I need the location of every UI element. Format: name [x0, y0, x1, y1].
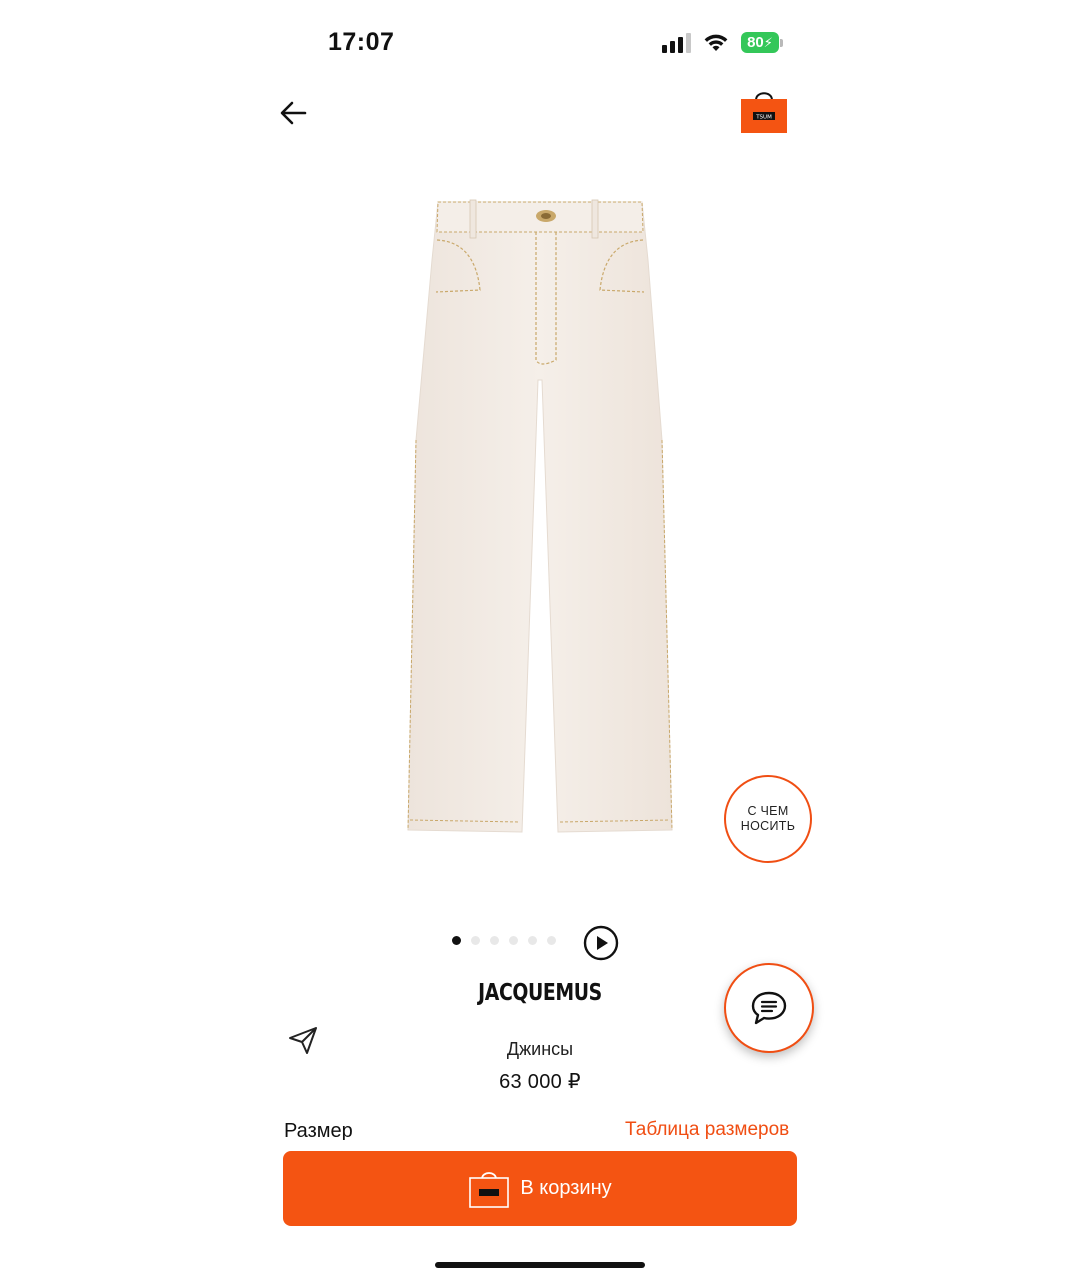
status-time: 17:07 — [328, 28, 395, 56]
gallery-dot[interactable] — [452, 936, 461, 945]
add-to-cart-label: В корзину — [520, 1177, 612, 1199]
charging-bolt-icon: ⚡ — [763, 34, 773, 50]
product-price: 63 000 ₽ — [499, 1071, 581, 1093]
gallery-dot[interactable] — [528, 936, 537, 945]
logo-text: TSUM — [755, 115, 772, 121]
jeans-product-image[interactable] — [380, 190, 700, 850]
status-icons: 80 ⚡ — [662, 32, 783, 53]
what-to-wear-line1: С ЧЕМ — [747, 804, 789, 818]
cellular-signal-icon — [662, 32, 691, 53]
battery-level: 80 — [747, 34, 764, 51]
product-brand[interactable]: JACQUEMUS — [97, 980, 983, 1006]
back-button[interactable] — [276, 96, 310, 130]
chat-button[interactable] — [724, 963, 814, 1053]
gallery-pagination — [452, 936, 556, 945]
gallery-dot[interactable] — [509, 936, 518, 945]
arrow-left-icon — [280, 101, 307, 125]
add-to-cart-button[interactable]: В корзину — [283, 1151, 797, 1226]
status-bar: 17:07 80 ⚡ — [0, 0, 1080, 90]
battery-indicator: 80 ⚡ — [741, 32, 783, 53]
paper-plane-icon[interactable] — [287, 1024, 319, 1056]
home-indicator[interactable] — [435, 1262, 645, 1268]
wifi-icon — [704, 34, 728, 51]
gallery-dot[interactable] — [490, 936, 499, 945]
size-chart-link[interactable]: Таблица размеров — [625, 1119, 789, 1139]
chat-bubble-icon — [751, 991, 787, 1025]
shopping-bag-icon — [469, 1171, 510, 1208]
size-label: Размер — [284, 1120, 353, 1140]
product-name: Джинсы — [506, 1039, 574, 1059]
gallery-dot[interactable] — [547, 936, 556, 945]
shopping-bag-logo-icon[interactable]: TSUM — [740, 88, 788, 136]
gallery-dot[interactable] — [471, 936, 480, 945]
what-to-wear-button[interactable]: С ЧЕМ НОСИТЬ — [724, 775, 812, 863]
play-icon[interactable] — [583, 925, 619, 961]
what-to-wear-line2: НОСИТЬ — [740, 819, 796, 833]
